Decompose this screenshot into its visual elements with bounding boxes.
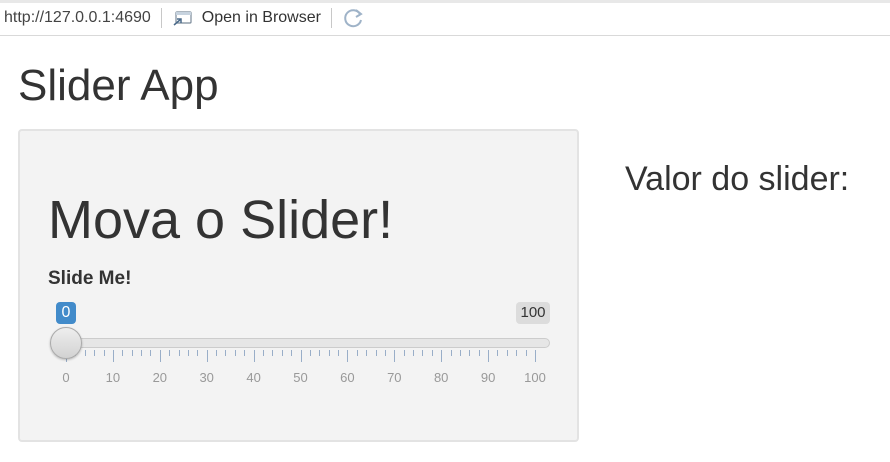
slider-major-tick [441,350,443,362]
slider-minor-tick [197,350,199,356]
slider-minor-tick [450,350,452,356]
slider-major-tick [112,350,114,362]
slider-minor-tick [291,350,293,356]
toolbar-divider [330,7,332,28]
slider-minor-tick [169,350,171,356]
slider-minor-tick [178,350,180,356]
slider-value-output-label: Valor do slider: [625,160,850,198]
slider-tick-label: 90 [480,370,496,385]
slider-minor-tick [272,350,274,356]
slider-minor-tick [338,350,340,356]
slider-major-tick [347,350,349,362]
slider-tick-label: 30 [199,370,214,385]
slider-minor-tick [103,350,105,356]
slider-handle[interactable] [50,327,82,359]
slider-major-tick [253,350,255,362]
slider-minor-tick [309,350,311,356]
slider-major-tick [394,350,396,362]
slider-minor-tick [244,350,246,356]
slider-minor-tick [469,350,471,356]
slider-minor-tick [413,350,415,356]
slider-tick-label: 100 [524,370,546,385]
slider-major-tick [206,350,208,362]
refresh-icon [344,8,363,27]
slider-minor-tick [497,350,499,356]
slider-tick-label: 80 [433,370,449,385]
browser-toolbar: http://127.0.0.1:4690 Open in Browser [0,0,890,36]
slider-track[interactable] [50,338,550,348]
slider-minor-tick [187,350,189,356]
slider-minor-tick [150,350,152,356]
slider-minor-tick [375,350,377,356]
slider-minor-tick [281,350,283,356]
slider-tick-label: 60 [340,370,355,385]
slider-minor-tick [506,350,508,356]
slider-minor-tick [234,350,236,356]
address-url[interactable]: http://127.0.0.1:4690 [4,9,151,27]
slider-tick-label: 50 [293,370,308,385]
slider-minor-tick [262,350,264,356]
slider-minor-tick [319,350,321,356]
page-title: Slider App [18,61,219,110]
refresh-button[interactable] [342,7,366,29]
slider-value-badge: 0 [56,302,76,324]
slider-minor-tick [384,350,386,356]
toolbar-top-border [0,0,890,3]
slider-minor-tick [216,350,218,356]
slider-minor-tick [141,350,143,356]
slider-minor-tick [422,350,424,356]
slider-minor-tick [525,350,527,356]
slider-minor-tick [431,350,433,356]
slider-minor-tick [516,350,518,356]
slider-tick-label: 70 [387,370,402,385]
open-external-icon [173,10,192,26]
open-in-browser-button[interactable]: Open in Browser [172,9,321,27]
slider-major-tick [300,350,302,362]
slider-minor-tick [84,350,86,356]
slider-minor-tick [94,350,96,356]
slider-minor-tick [459,350,461,356]
range-slider: 0 100 0 10 20 30 40 50 60 70 80 90 100 [20,131,581,444]
open-in-browser-label: Open in Browser [201,8,321,26]
slider-max-badge: 100 [516,302,550,324]
slider-major-tick [488,350,490,362]
slider-minor-tick [131,350,133,356]
slider-minor-tick [478,350,480,356]
slider-major-tick [159,350,161,362]
slider-tick-label: 10 [105,370,121,385]
slider-tick-label: 20 [152,370,168,385]
slider-minor-tick [403,350,405,356]
slider-minor-tick [122,350,124,356]
slider-tick-label: 40 [246,370,261,385]
slider-minor-tick [328,350,330,356]
slider-tick-label: 0 [62,370,70,385]
slider-minor-tick [225,350,227,356]
slider-minor-tick [356,350,358,356]
slider-major-tick [535,350,536,362]
slider-minor-tick [366,350,368,356]
sidebar-panel: Mova o Slider! Slide Me! 0 100 0 10 20 30 40… [18,129,579,442]
toolbar-divider [160,7,162,28]
